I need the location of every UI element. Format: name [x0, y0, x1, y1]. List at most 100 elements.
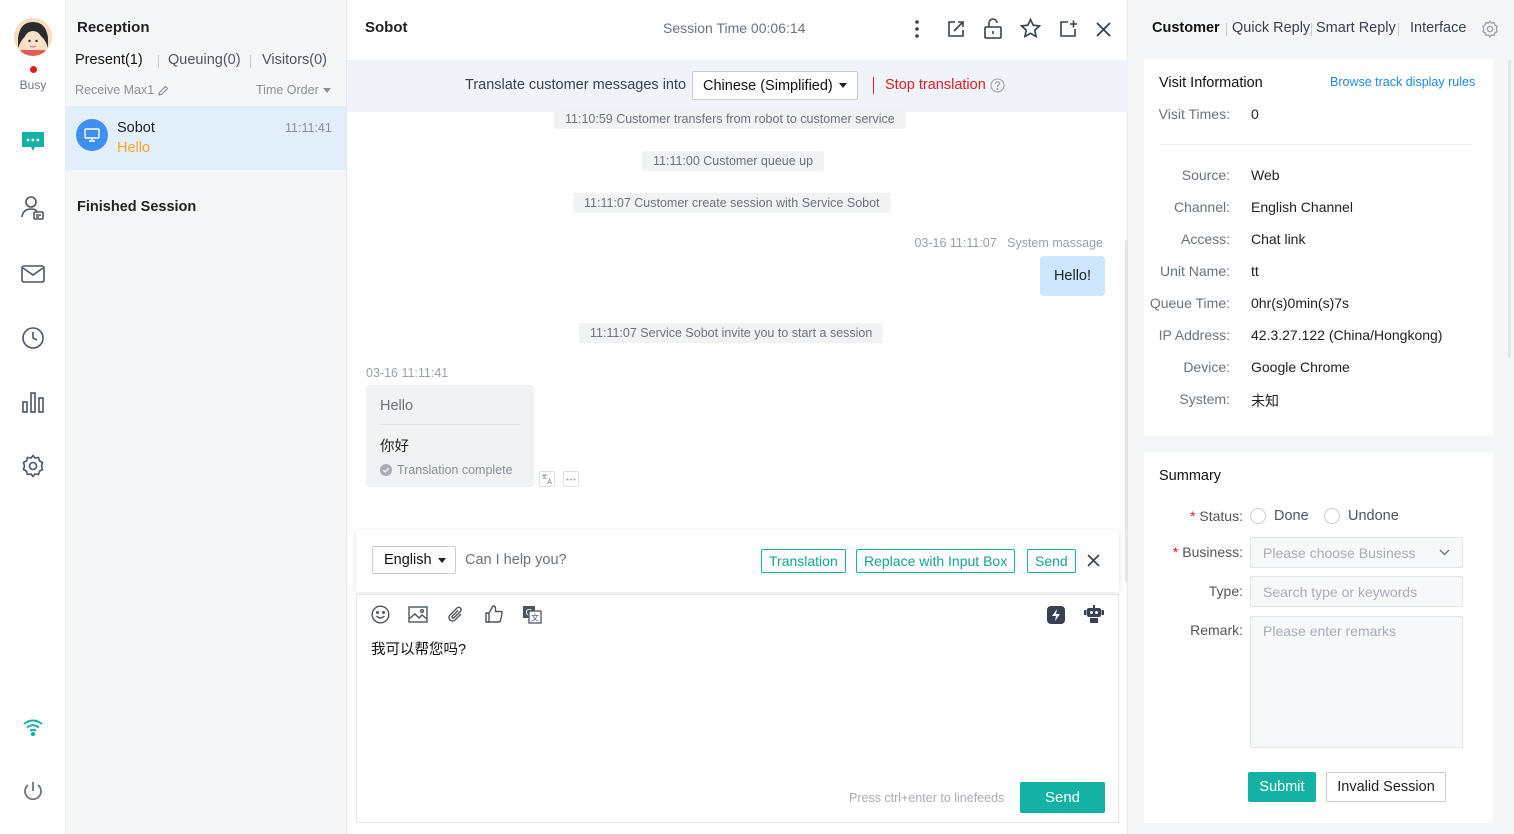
- status-undone-radio[interactable]: Undone: [1324, 508, 1399, 524]
- tab-divider: [158, 55, 159, 68]
- send-button[interactable]: Send: [1020, 782, 1105, 813]
- tab-present[interactable]: Present(1): [75, 52, 143, 68]
- session-item[interactable]: Sobot 11:11:41 Hello: [66, 106, 346, 170]
- translate-tool-icon[interactable]: G文: [522, 605, 542, 624]
- user-card-icon: [21, 196, 44, 220]
- customer-message-bubble: Hello 你好 Translation complete: [366, 385, 534, 487]
- tab-visitors[interactable]: Visitors(0): [262, 52, 327, 68]
- info-row: Access: Chat link: [1144, 231, 1474, 251]
- chat-nav-button[interactable]: [13, 122, 53, 162]
- close-icon[interactable]: [1087, 554, 1100, 567]
- mail-nav-button[interactable]: [13, 254, 53, 294]
- tab-quick-reply[interactable]: Quick Reply: [1232, 20, 1310, 36]
- translation-bar: Translate customer messages into Chinese…: [347, 60, 1128, 112]
- translate-language-select[interactable]: Chinese (Simplified): [692, 71, 858, 100]
- info-row: Unit Name: tt: [1144, 263, 1474, 283]
- system-message: 11:10:59 Customer transfers from robot t…: [554, 109, 906, 129]
- info-value: Web: [1251, 167, 1280, 183]
- add-window-icon[interactable]: [1058, 19, 1078, 39]
- gear-icon[interactable]: [1481, 20, 1499, 38]
- translate-icon[interactable]: [539, 471, 555, 487]
- translation-button[interactable]: Translation: [761, 549, 846, 573]
- system-message: 11:11:07 Service Sobot invite you to sta…: [579, 323, 884, 343]
- outgoing-language-value: English: [384, 552, 432, 568]
- left-rail: Busy: [0, 0, 66, 834]
- send-translation-button[interactable]: Send: [1027, 549, 1076, 573]
- info-value: 42.3.27.122 (China/Hongkong): [1251, 327, 1443, 343]
- system-message: 11:11:00 Customer queue up: [642, 151, 825, 171]
- translation-status-label: Translation complete: [397, 463, 513, 477]
- status-dot: [30, 66, 37, 73]
- tab-interface[interactable]: Interface: [1410, 20, 1466, 36]
- visit-times-row: Visit Times: 0: [1144, 106, 1474, 126]
- transfer-icon[interactable]: [946, 19, 966, 39]
- tab-customer[interactable]: Customer: [1152, 20, 1220, 36]
- info-label: Device:: [1183, 359, 1230, 375]
- tab-divider: [1311, 23, 1312, 36]
- image-icon[interactable]: [408, 606, 428, 623]
- receive-max-label[interactable]: Receive Max1: [75, 83, 169, 97]
- status-label: * Status:: [1189, 508, 1243, 524]
- remark-textarea[interactable]: Please enter remarks: [1250, 616, 1463, 748]
- translate-language-value: Chinese (Simplified): [703, 77, 833, 94]
- clock-icon: [22, 327, 44, 349]
- tab-divider: [1398, 23, 1399, 36]
- attachment-icon[interactable]: [447, 605, 464, 624]
- system-message: 11:11:07 Customer create session with Se…: [573, 193, 891, 213]
- info-row: Channel: English Channel: [1144, 199, 1474, 219]
- thumbs-up-icon[interactable]: [484, 604, 504, 624]
- bar-chart-icon: [22, 392, 44, 413]
- business-select[interactable]: Please choose Business: [1250, 537, 1463, 568]
- session-preview: Hello: [117, 140, 151, 156]
- close-icon[interactable]: [1096, 22, 1111, 37]
- info-value: English Channel: [1251, 199, 1353, 215]
- session-avatar: [76, 119, 108, 151]
- time-order-dropdown[interactable]: Time Order: [256, 83, 331, 97]
- stop-translation-link[interactable]: Stop translation: [885, 77, 1005, 93]
- tab-smart-reply[interactable]: Smart Reply: [1316, 20, 1396, 36]
- message-input[interactable]: 我可以帮您吗?: [371, 638, 466, 659]
- more-icon[interactable]: [563, 471, 579, 487]
- invalid-session-button[interactable]: Invalid Session: [1326, 772, 1446, 802]
- panel-scrollbar[interactable]: [1508, 60, 1511, 358]
- info-row: IP Address: 42.3.27.122 (China/Hongkong): [1144, 327, 1474, 347]
- info-label: IP Address:: [1158, 327, 1230, 343]
- agent-message-meta: 03-16 11:11:07 System massage: [914, 236, 1103, 250]
- status-done-radio[interactable]: Done: [1250, 508, 1309, 524]
- customer-nav-button[interactable]: [13, 188, 53, 228]
- help-icon: [990, 77, 1005, 93]
- history-nav-button[interactable]: [13, 318, 53, 358]
- info-label: Unit Name:: [1159, 263, 1230, 279]
- time-order-label: Time Order: [256, 83, 319, 97]
- power-icon[interactable]: [22, 780, 44, 802]
- tab-divider: [250, 55, 251, 68]
- info-label: Channel:: [1173, 199, 1230, 215]
- outgoing-language-select[interactable]: English: [372, 546, 456, 574]
- replace-input-button[interactable]: Replace with Input Box: [856, 549, 1016, 573]
- submit-button[interactable]: Submit: [1248, 772, 1316, 802]
- quick-reply-icon[interactable]: [1047, 606, 1065, 624]
- unlock-icon[interactable]: [983, 18, 1003, 39]
- tab-queuing[interactable]: Queuing(0): [168, 52, 241, 68]
- settings-nav-button[interactable]: [13, 446, 53, 486]
- emoji-icon[interactable]: [371, 605, 390, 624]
- session-list-panel: Reception Present(1) Queuing(0) Visitors…: [66, 0, 346, 834]
- agent-message-time: 03-16 11:11:07: [914, 236, 997, 250]
- info-row: Source: Web: [1144, 167, 1474, 187]
- robot-icon[interactable]: [1084, 605, 1104, 624]
- track-rules-link[interactable]: Browse track display rules: [1330, 75, 1475, 89]
- customer-message-original: Hello: [380, 398, 414, 414]
- visit-info-title: Visit Information: [1159, 75, 1263, 91]
- stop-translation-label: Stop translation: [885, 77, 986, 93]
- session-name: Sobot: [117, 120, 155, 136]
- finished-session-header[interactable]: Finished Session: [77, 199, 196, 215]
- stats-nav-button[interactable]: [13, 382, 53, 422]
- more-menu-icon[interactable]: [913, 19, 921, 39]
- star-icon[interactable]: [1020, 18, 1041, 38]
- avatar[interactable]: [14, 18, 52, 56]
- info-row: Device: Google Chrome: [1144, 359, 1474, 379]
- mail-icon: [21, 265, 45, 283]
- gear-icon: [22, 454, 44, 478]
- type-search-input[interactable]: Search type or keywords: [1250, 576, 1463, 607]
- status-label[interactable]: Busy: [0, 78, 66, 92]
